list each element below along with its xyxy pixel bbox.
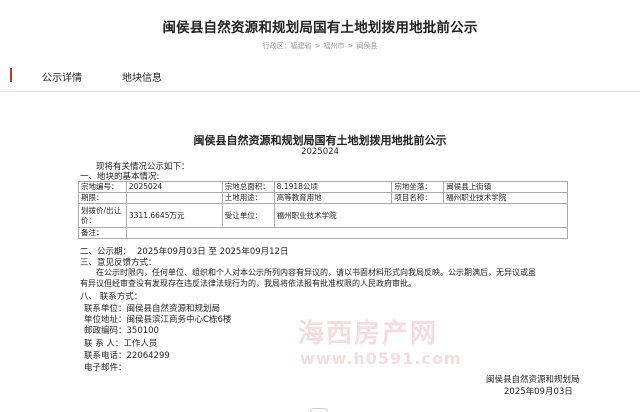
table-value: 福州职业技术学院 <box>443 192 568 204</box>
table-label: 宗地坐落： <box>391 181 445 193</box>
table-value: 3311.6645万元 <box>125 203 223 228</box>
breadcrumb-prefix: 行政区： <box>262 42 291 50</box>
breadcrumb-sep: > <box>314 42 321 50</box>
scroll-to-top-tab[interactable] <box>310 408 328 412</box>
feedback-text-line1: 在公示时限内，任何单位、组织和个人对本公示所列内容有异议的，请以书面材料形式向我… <box>96 268 536 277</box>
table-label: 备注： <box>78 227 127 239</box>
contact-label: 联系电话： <box>84 351 127 361</box>
contact-value: 350100 <box>126 326 159 336</box>
table-value: 2025024 <box>125 181 223 193</box>
table-label: 受让单位： <box>221 203 275 228</box>
sign-date: 2025年09月03日 <box>504 387 573 397</box>
contact-label: 邮政编码： <box>84 326 127 336</box>
table-label: 宗地编号： <box>78 181 127 193</box>
contact-value: 工作人员 <box>123 339 158 349</box>
table-value: 福州职业技术学院 <box>273 203 569 228</box>
contact-label: 电子邮件： <box>84 363 127 373</box>
page-title: 闽侯县自然资源和规划局国有土地划拨用地批前公示 <box>162 20 478 36</box>
contact-row: 联 系 人：工作人员 <box>84 337 157 349</box>
feedback-text-line2: 有异议但经审查没有发现存在违反法律法规行为的，我局将依法报有批准权限的人民政府审… <box>80 279 416 288</box>
contact-row: 联系电话：22064299 <box>84 349 170 361</box>
table-row: 期限： 土地用途： 高等教育用地 项目名称： 福州职业技术学院 <box>78 192 568 204</box>
breadcrumb-city[interactable]: 福州市 <box>324 42 345 50</box>
table-value <box>125 192 223 204</box>
notice-document: 闽侯县自然资源和规划局国有土地划拨用地批前公示 2025024 现将有关情况公示… <box>0 92 640 412</box>
table-label: 划拨价/出让价： <box>78 203 127 228</box>
table-label: 期限： <box>78 192 127 204</box>
table-value <box>125 227 569 239</box>
contact-value: 22064299 <box>126 351 170 361</box>
section-contact: 八、 联系方式： <box>80 292 143 302</box>
table-value: 8.1918公顷 <box>273 181 393 193</box>
tab-bar: 公示详情 地块信息 <box>0 58 640 92</box>
contact-label: 联 系 人： <box>84 339 124 349</box>
table-label: 土地用途： <box>221 192 275 204</box>
doc-number: 2025024 <box>301 147 339 157</box>
contact-row: 邮政编码：350100 <box>84 324 159 336</box>
breadcrumb-province[interactable]: 福建省 <box>291 42 312 50</box>
table-value: 闽侯县上街镇 <box>443 181 568 193</box>
contact-row: 电子邮件： <box>84 361 127 373</box>
table-row: 划拨价/出让价： 3311.6645万元 受让单位： 福州职业技术学院 <box>78 203 569 228</box>
parcel-info-table: 宗地编号： 2025024 宗地总面积： 8.1918公顷 宗地坐落： 闽侯县上… <box>78 181 569 239</box>
doc-title: 闽侯县自然资源和规划局国有土地划拨用地批前公示 <box>193 134 447 147</box>
table-value: 高等教育用地 <box>273 192 393 204</box>
table-label: 宗地总面积： <box>221 181 275 193</box>
notice-period: 2025年09月03日 至 2025年09月12日 <box>137 247 289 257</box>
breadcrumb-county[interactable]: 闽侯县 <box>356 42 377 50</box>
table-row: 宗地编号： 2025024 宗地总面积： 8.1918公顷 宗地坐落： 闽侯县上… <box>78 181 568 193</box>
tab-parcel-info[interactable]: 地块信息 <box>122 69 162 84</box>
table-row: 备注： <box>78 227 569 239</box>
breadcrumb: 行政区：福建省 > 福州市 > 闽侯县 <box>0 41 640 51</box>
active-tab-marker <box>10 68 12 82</box>
sign-org: 闽侯县自然资源和规划局 <box>486 375 580 385</box>
table-label: 项目名称： <box>391 192 445 204</box>
breadcrumb-sep: > <box>347 42 354 50</box>
tab-notice-details[interactable]: 公示详情 <box>42 69 82 84</box>
